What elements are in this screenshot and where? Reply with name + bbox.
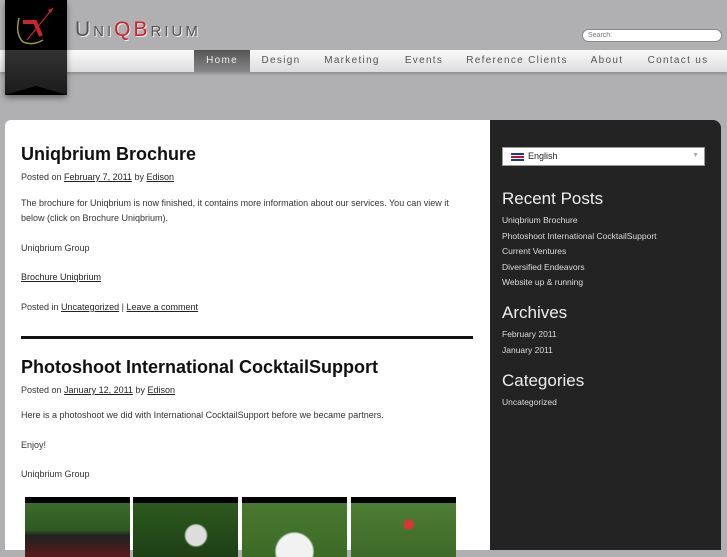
brand-part: rium [150, 18, 201, 41]
recent-post-link[interactable]: Website up & running [502, 275, 657, 291]
archive-link[interactable]: January 2011 [502, 343, 567, 359]
archives-widget: Archives February 2011 January 2011 [502, 303, 567, 358]
meta-label: Posted on [21, 172, 62, 182]
post-date-link[interactable]: February 7, 2011 [64, 172, 132, 182]
meta-label: by [135, 385, 145, 395]
post-title[interactable]: Uniqbrium Brochure [21, 144, 196, 165]
photo-thumbnail[interactable] [242, 497, 347, 557]
author-link[interactable]: Edison [147, 385, 175, 395]
categories-widget: Categories Uncategorized [502, 371, 584, 411]
comment-link[interactable]: Leave a comment [126, 302, 198, 312]
post-paragraph: Enjoy! [21, 440, 47, 450]
post-date-link[interactable]: January 12, 2011 [64, 385, 133, 395]
separator: | [121, 302, 124, 312]
recent-post-link[interactable]: Diversified Endeavors [502, 260, 657, 276]
recent-posts-widget: Recent Posts Uniqbrium Brochure Photosho… [502, 189, 657, 291]
nav-marketing[interactable]: Marketing [318, 50, 386, 72]
nav-design[interactable]: Design [254, 50, 308, 72]
photo-thumbnail[interactable] [25, 497, 130, 557]
photo-thumbnail[interactable] [133, 497, 238, 557]
archive-link[interactable]: February 2011 [502, 327, 567, 343]
nav-contact[interactable]: Contact us [642, 50, 714, 72]
recent-post-link[interactable]: Photoshoot International CocktailSupport [502, 229, 657, 245]
brochure-link[interactable]: Brochure Uniqbrium [21, 272, 101, 282]
widget-title: Categories [502, 371, 585, 390]
nav-about[interactable]: About [584, 50, 630, 72]
meta-label: by [134, 172, 144, 182]
recent-post-link[interactable]: Uniqbrium Brochure [502, 213, 657, 229]
photo-thumbnail[interactable] [351, 497, 456, 557]
post-paragraph: The brochure for Uniqbrium is now finish… [21, 198, 449, 223]
post-title[interactable]: Photoshoot International CocktailSupport [21, 357, 378, 378]
recent-post-link[interactable]: Current Ventures [502, 244, 657, 260]
post-meta: Posted on January 12, 2011 by Edison [21, 385, 175, 395]
site-title[interactable]: UniQBrium [75, 18, 201, 42]
nav-home[interactable]: Home [194, 50, 250, 72]
chevron-down-icon: ▼ [692, 152, 699, 159]
widget-title: Recent Posts [502, 189, 604, 208]
author-link[interactable]: Edison [146, 172, 174, 182]
post-paragraph: Uniqbrium Group [21, 469, 90, 479]
post-meta: Posted on February 7, 2011 by Edison [21, 172, 174, 182]
content-area: Uniqbrium Brochure Posted on February 7,… [5, 120, 491, 557]
brand-part: QB [114, 18, 151, 41]
nav-events[interactable]: Events [398, 50, 450, 72]
post-paragraph: Here is a photoshoot we did with Interna… [21, 410, 384, 420]
language-select[interactable]: English ▼ [502, 147, 705, 166]
post-paragraph: Uniqbrium Group [21, 243, 90, 253]
main-nav: Home Design Marketing Events Reference C… [0, 50, 727, 72]
meta-label: Posted on [21, 385, 62, 395]
post-divider [21, 336, 473, 339]
search-input[interactable] [582, 29, 722, 42]
uk-flag-icon [511, 152, 524, 161]
post-footer: Posted in Uncategorized | Leave a commen… [21, 300, 198, 315]
meta-label: Posted in [21, 302, 59, 312]
nav-reference-clients[interactable]: Reference Clients [462, 50, 572, 72]
sidebar: English ▼ Recent Posts Uniqbrium Brochure… [490, 120, 721, 550]
category-link[interactable]: Uncategorized [61, 302, 119, 312]
category-link[interactable]: Uncategorized [502, 395, 584, 411]
language-label: English [528, 151, 558, 161]
logo[interactable] [5, 0, 67, 95]
widget-title: Archives [502, 303, 568, 322]
brand-part: Uni [75, 18, 115, 41]
